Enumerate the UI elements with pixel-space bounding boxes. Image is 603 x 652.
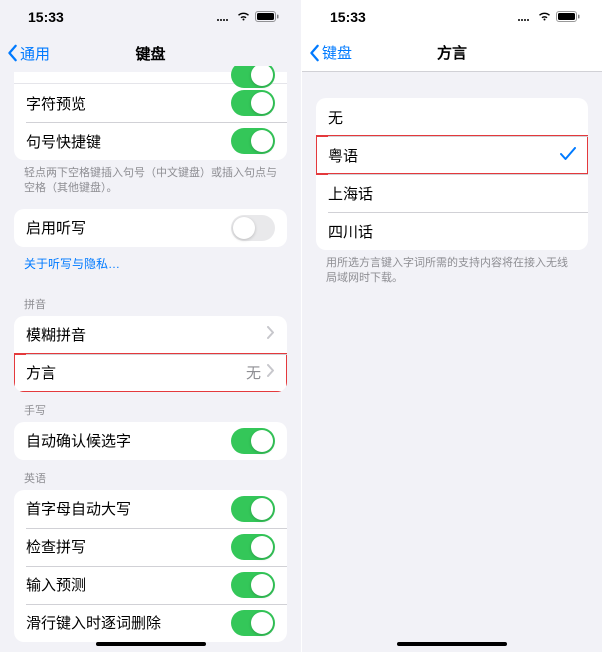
en-caps-label: 首字母自动大写	[26, 498, 131, 519]
cellular-icon	[517, 9, 533, 25]
dictation-row[interactable]: 启用听写	[14, 209, 287, 247]
dialect-row[interactable]: 方言 无	[14, 354, 287, 392]
back-label: 键盘	[322, 42, 352, 63]
en-spell-toggle[interactable]	[231, 534, 275, 560]
chevron-right-icon	[267, 326, 275, 343]
section-en: 英语	[0, 460, 301, 490]
status-time: 15:33	[330, 9, 366, 25]
footer-dialect: 用所选方言键入字词所需的支持内容将在接入无线局域网时下载。	[302, 250, 602, 299]
period-shortcut-label: 句号快捷键	[26, 131, 101, 152]
option-sc[interactable]: 四川话	[316, 212, 588, 250]
option-label: 粤语	[328, 145, 358, 166]
wifi-icon	[236, 9, 251, 25]
option-label: 四川话	[328, 221, 373, 242]
dictation-toggle[interactable]	[231, 215, 275, 241]
home-indicator[interactable]	[96, 642, 206, 646]
back-label: 通用	[20, 43, 50, 64]
fuzzy-label: 模糊拼音	[26, 324, 86, 345]
en-predict-label: 输入预测	[26, 574, 86, 595]
checkmark-icon	[560, 145, 576, 166]
auto-confirm-row[interactable]: 自动确认候选字	[14, 422, 287, 460]
char-preview-toggle[interactable]	[231, 90, 275, 116]
en-predict-row[interactable]: 输入预测	[14, 566, 287, 604]
battery-icon	[255, 9, 279, 25]
en-slide-label: 滑行键入时逐词删除	[26, 612, 161, 633]
footer-period: 轻点两下空格键插入句号（中文键盘）或插入句点与空格（其他键盘）。	[0, 160, 301, 209]
home-indicator[interactable]	[397, 642, 507, 646]
fuzzy-pinyin-row[interactable]: 模糊拼音	[14, 316, 287, 354]
option-yue[interactable]: 粤语	[316, 136, 588, 174]
dialect-value: 无	[246, 362, 261, 383]
en-slide-row[interactable]: 滑行键入时逐词删除	[14, 604, 287, 642]
chevron-right-icon	[267, 364, 275, 381]
back-button[interactable]: 键盘	[302, 42, 352, 63]
char-preview-row[interactable]: 字符预览	[14, 84, 287, 122]
chevron-left-icon	[6, 44, 20, 62]
en-caps-row[interactable]: 首字母自动大写	[14, 490, 287, 528]
option-label: 无	[328, 107, 343, 128]
status-bar: 15:33	[302, 0, 602, 34]
nav-bar: 键盘 方言	[302, 34, 602, 72]
cellular-icon	[216, 9, 232, 25]
en-spell-label: 检查拼写	[26, 536, 86, 557]
section-hand: 手写	[0, 392, 301, 422]
option-none[interactable]: 无	[316, 98, 588, 136]
dictation-privacy-link[interactable]: 关于听写与隐私…	[0, 247, 301, 286]
period-shortcut-toggle[interactable]	[231, 128, 275, 154]
dialect-label: 方言	[26, 362, 56, 383]
en-predict-toggle[interactable]	[231, 572, 275, 598]
partial-row-peek: 字符预览 句号快捷键	[14, 66, 287, 160]
dictation-label: 启用听写	[26, 217, 86, 238]
back-button[interactable]: 通用	[0, 43, 50, 64]
status-bar: 15:33	[0, 0, 301, 34]
status-icons	[216, 9, 279, 25]
wifi-icon	[537, 9, 552, 25]
option-sh[interactable]: 上海话	[316, 174, 588, 212]
auto-confirm-toggle[interactable]	[231, 428, 275, 454]
en-caps-toggle[interactable]	[231, 496, 275, 522]
char-preview-label: 字符预览	[26, 93, 86, 114]
period-shortcut-row[interactable]: 句号快捷键	[14, 122, 287, 160]
section-pinyin: 拼音	[0, 286, 301, 316]
status-icons	[517, 9, 580, 25]
battery-icon	[556, 9, 580, 25]
en-spell-row[interactable]: 检查拼写	[14, 528, 287, 566]
auto-confirm-label: 自动确认候选字	[26, 430, 131, 451]
en-slide-toggle[interactable]	[231, 610, 275, 636]
status-time: 15:33	[28, 9, 64, 25]
option-label: 上海话	[328, 183, 373, 204]
chevron-left-icon	[308, 44, 322, 62]
